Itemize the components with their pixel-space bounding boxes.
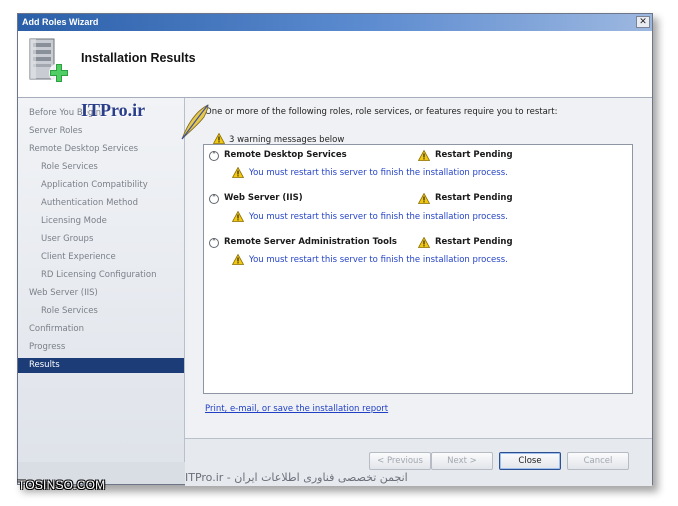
role-status: Restart Pending <box>435 150 513 160</box>
itpro-watermark: ITPro.ir <box>81 100 146 120</box>
restart-message: You must restart this server to finish t… <box>249 255 508 265</box>
footer-watermark: انجمن تخصصی فناوری اطلاعات ایران - ITPro… <box>185 471 408 484</box>
restart-intro-text: One or more of the following roles, role… <box>205 107 558 117</box>
warning-icon <box>418 237 430 248</box>
sidebar-item-iis-role-services: Role Services <box>41 306 98 316</box>
wizard-window: Add Roles Wizard ✕ Installation Results … <box>17 13 653 486</box>
role-status: Restart Pending <box>435 193 513 203</box>
sidebar-item-client-experience: Client Experience <box>41 252 116 262</box>
role-name: Remote Server Administration Tools <box>224 237 397 247</box>
result-section-header: ˄ Remote Server Administration Tools Res… <box>209 237 629 251</box>
sidebar-item-remote-desktop-services: Remote Desktop Services <box>29 144 139 154</box>
sidebar-item-authentication-method: Authentication Method <box>41 198 138 208</box>
result-section-header: ˄ Remote Desktop Services Restart Pendin… <box>209 150 629 164</box>
sidebar-item-web-server-iis: Web Server (IIS) <box>29 288 98 298</box>
title-bar[interactable]: Add Roles Wizard ✕ <box>18 14 652 31</box>
window-title: Add Roles Wizard <box>22 17 99 27</box>
collapse-chevron-icon[interactable]: ˄ <box>209 238 219 248</box>
result-section-header: ˄ Web Server (IIS) Restart Pending <box>209 193 629 207</box>
warning-icon <box>418 193 430 204</box>
restart-message: You must restart this server to finish t… <box>249 168 508 178</box>
sidebar-item-rd-licensing-configuration: RD Licensing Configuration <box>41 270 157 280</box>
close-button[interactable]: Close <box>499 452 561 470</box>
collapse-chevron-icon[interactable]: ˄ <box>209 151 219 161</box>
close-window-button[interactable]: ✕ <box>636 16 650 28</box>
server-add-icon <box>29 38 69 83</box>
collapse-chevron-icon[interactable]: ˄ <box>209 194 219 204</box>
role-name: Web Server (IIS) <box>224 193 303 203</box>
site-watermark: TOSINSO.COM <box>18 478 106 492</box>
warning-icon <box>213 133 225 144</box>
sidebar-item-results: Results <box>18 358 184 373</box>
previous-button[interactable]: < Previous <box>369 452 431 470</box>
role-name: Remote Desktop Services <box>224 150 347 160</box>
page-title: Installation Results <box>81 51 196 65</box>
warning-icon <box>232 211 244 222</box>
sidebar-item-licensing-mode: Licensing Mode <box>41 216 107 226</box>
sidebar-item-confirmation: Confirmation <box>29 324 84 334</box>
next-button[interactable]: Next > <box>431 452 493 470</box>
sidebar-item-rds-role-services: Role Services <box>41 162 98 172</box>
results-panel[interactable]: ˄ Remote Desktop Services Restart Pendin… <box>203 144 633 394</box>
result-message: You must restart this server to finish t… <box>232 167 622 181</box>
save-report-link[interactable]: Print, e-mail, or save the installation … <box>205 404 388 414</box>
warning-icon <box>232 254 244 265</box>
restart-message: You must restart this server to finish t… <box>249 212 508 222</box>
warning-icon <box>232 167 244 178</box>
sidebar-item-server-roles: Server Roles <box>29 126 83 136</box>
sidebar-item-user-groups: User Groups <box>41 234 94 244</box>
result-message: You must restart this server to finish t… <box>232 211 622 225</box>
sidebar-item-application-compatibility: Application Compatibility <box>41 180 148 190</box>
result-message: You must restart this server to finish t… <box>232 254 622 268</box>
sidebar-item-progress: Progress <box>29 342 66 352</box>
cancel-button[interactable]: Cancel <box>567 452 629 470</box>
wizard-header: Installation Results <box>18 31 652 98</box>
feather-logo-icon <box>181 104 209 140</box>
warning-icon <box>418 150 430 161</box>
wizard-steps-sidebar: Before You Begin Server Roles Remote Des… <box>18 98 185 462</box>
role-status: Restart Pending <box>435 237 513 247</box>
